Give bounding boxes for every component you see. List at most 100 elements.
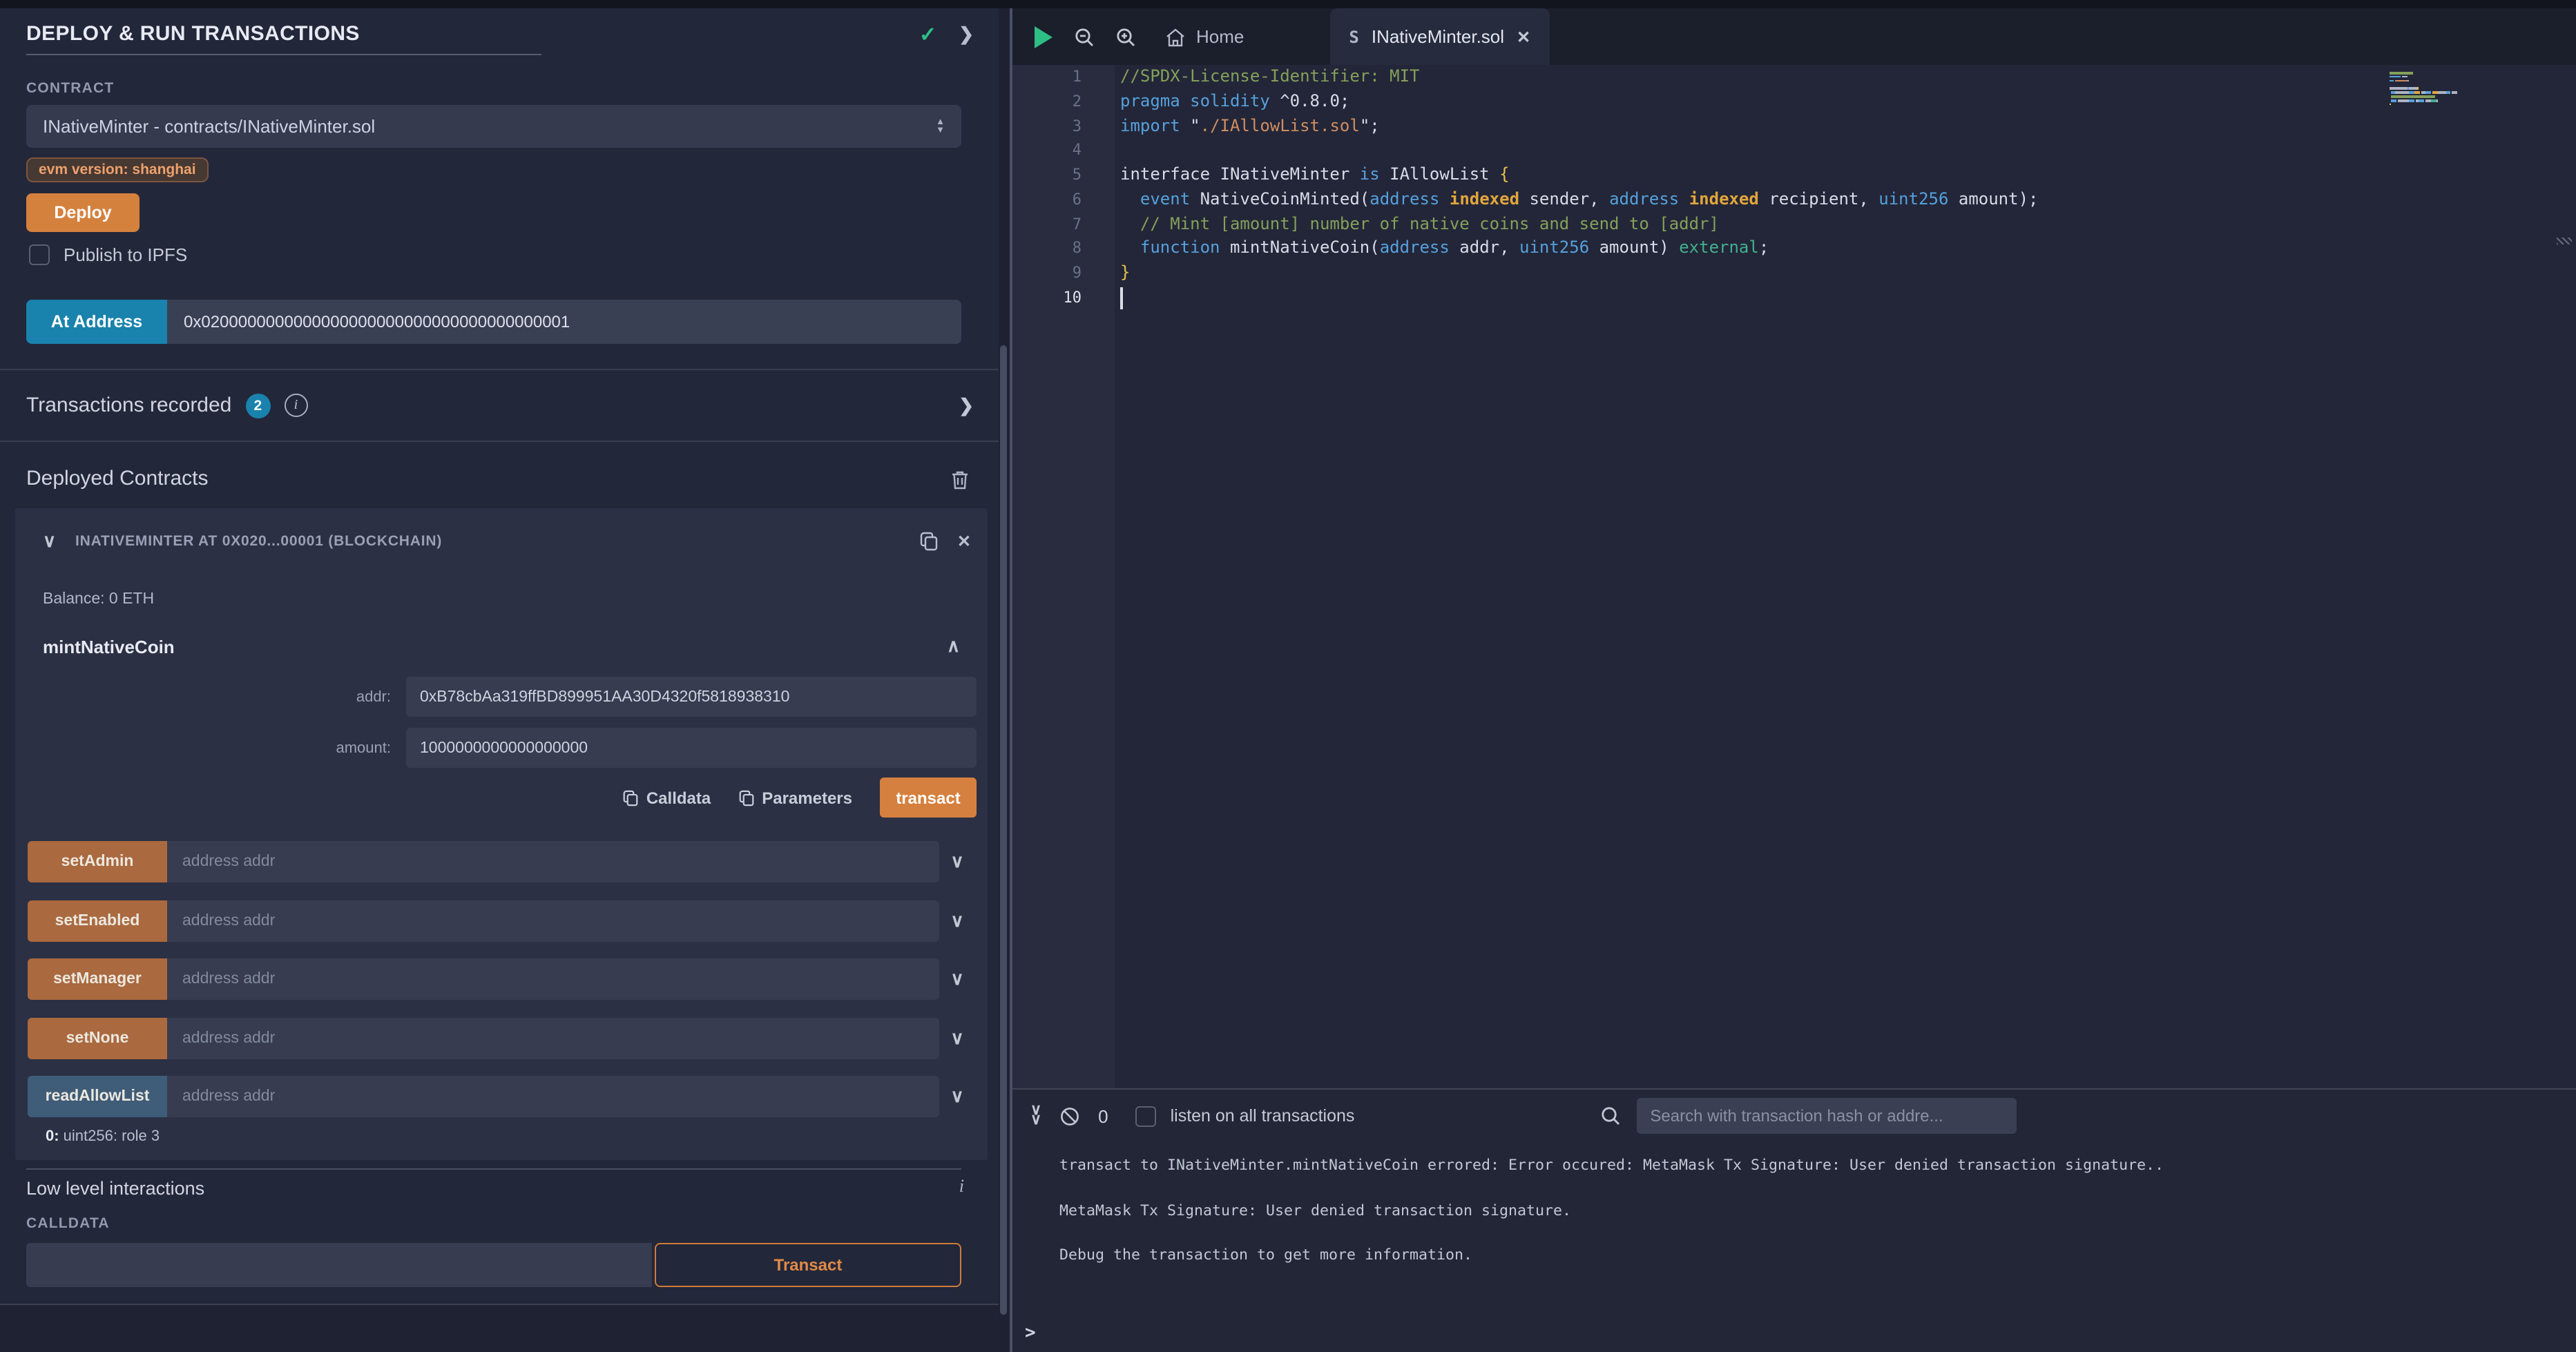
search-icon [1600,1106,1619,1126]
function-name: mintNativeCoin [43,636,175,657]
code-line-8: 8 function mintNativeCoin(address addr, … [1012,237,2576,262]
panel-title: DEPLOY & RUN TRANSACTIONS [26,22,360,46]
terminal-log-line-1: transact to INativeMinter.mintNativeCoin… [1059,1153,2562,1177]
amount-param-input[interactable] [406,728,977,768]
select-caret-icon: ▲▼ [936,119,945,134]
function-collapse-icon[interactable]: ∧ [947,635,960,657]
contract-select[interactable]: INativeMinter - contracts/INativeMinter.… [26,105,961,148]
setAdmin-expand-icon[interactable]: ∨ [939,851,975,873]
code-line-9: 9} [1012,261,2576,286]
setNone-expand-icon[interactable]: ∨ [939,1027,975,1049]
contract-label: CONTRACT [26,80,114,97]
listen-transactions-label: listen on all transactions [1171,1106,1355,1126]
at-address-button[interactable]: At Address [26,300,167,344]
zoom-in-icon[interactable] [1116,27,1135,46]
low-level-row: Transact [26,1243,961,1287]
setEnabled-expand-icon[interactable]: ∨ [939,909,975,931]
evm-version-badge: evm version: shanghai [26,157,209,182]
run-script-icon[interactable] [1035,26,1052,48]
setEnabled-button[interactable]: setEnabled [28,900,167,941]
tab-inativeminter-sol[interactable]: S INativeMinter.sol ✕ [1329,8,1550,65]
readAllowList-expand-icon[interactable]: ∨ [939,1085,975,1108]
clear-console-icon[interactable] [1059,1105,1080,1126]
zoom-out-icon[interactable] [1075,27,1094,46]
param-label: addr: [15,688,406,705]
at-address-row: At Address [26,300,961,344]
line-number: 5 [1012,163,1082,188]
solidity-icon: S [1349,27,1358,46]
low-level-title: Low level interactions [26,1178,204,1199]
code-line-10: 10 [1012,286,2576,311]
terminal-toolbar: ∨∨ 0 listen on all transactions [1012,1090,2576,1142]
contract-collapse-icon[interactable]: ∨ [43,530,56,552]
transactions-count-badge: 2 [245,393,270,418]
addr-param-input[interactable] [406,677,977,717]
trash-icon[interactable] [950,470,970,497]
publish-ipfs-checkbox[interactable] [29,244,50,265]
terminal-logs: transact to INativeMinter.mintNativeCoin… [1059,1153,2562,1288]
setAdmin-input[interactable] [167,841,939,882]
transactions-recorded-label: Transactions recorded [26,394,231,417]
panel-header-icons: ✓ ❯ [919,22,974,47]
setNone-button[interactable]: setNone [28,1017,167,1059]
info-icon[interactable]: i [284,394,307,417]
param-row-addr: addr: [15,677,977,717]
setEnabled-input[interactable] [167,900,939,941]
tab-close-icon[interactable]: ✕ [1517,27,1530,46]
setAdmin-button[interactable]: setAdmin [28,841,167,882]
transact-action-row: Calldata Parameters transact [15,778,977,818]
setNone-input[interactable] [167,1017,939,1059]
tab-file-label: INativeMinter.sol [1372,26,1504,47]
terminal-log-line-3: Debug the transaction to get more inform… [1059,1243,2562,1266]
copy-calldata-button[interactable]: Calldata [623,788,711,807]
output-index: 0: [46,1128,59,1145]
editor-minimap[interactable] [2390,72,2555,111]
code-line-5: 5interface INativeMinter is IAllowList { [1012,163,2576,188]
remove-contract-icon[interactable]: ✕ [957,532,971,551]
output-value: uint256: role 3 [59,1128,160,1145]
panel-forward-icon[interactable]: ❯ [959,23,974,46]
low-level-info-icon[interactable]: i [959,1175,964,1197]
line-number: 3 [1012,114,1082,139]
setManager-input[interactable] [167,958,939,1000]
tab-home-label: Home [1196,26,1244,47]
calldata-label: CALLDATA [26,1215,110,1232]
calldata-input[interactable] [26,1243,652,1287]
copy-parameters-button[interactable]: Parameters [738,788,852,807]
panel-bottom-strip [0,1304,999,1352]
param-row-amount: amount: [15,728,977,768]
readAllowList-button[interactable]: readAllowList [28,1076,167,1117]
remix-ide-app: DEPLOY & RUN TRANSACTIONS ✓ ❯ CONTRACT I… [0,0,2576,1352]
function-row-readAllowList: readAllowList ∨ [28,1076,975,1117]
setManager-expand-icon[interactable]: ∨ [939,968,975,990]
terminal-search-input[interactable] [1636,1098,2016,1134]
function-row-setEnabled: setEnabled ∨ [28,900,975,941]
section-divider [0,441,999,442]
function-row-setAdmin: setAdmin ∨ [28,841,975,882]
contract-instance-title: INATIVEMINTER AT 0X020...00001 (BLOCKCHA… [75,533,901,550]
readAllowList-input[interactable] [167,1076,939,1117]
terminal: ∨∨ 0 listen on all transactions transact… [1012,1088,2576,1352]
at-address-input[interactable] [167,300,961,344]
line-number: 1 [1012,65,1082,90]
pending-tx-count: 0 [1098,1105,1108,1126]
function-header-row: mintNativeCoin ∧ [43,635,960,657]
panel-scrollbar[interactable] [1000,345,1007,1315]
transactions-recorded-row[interactable]: Transactions recorded 2 i ❯ [0,370,999,441]
parameters-action-label: Parameters [762,788,852,807]
line-number: 9 [1012,261,1082,286]
terminal-prompt[interactable]: > [1025,1323,1036,1344]
transactions-expand-icon[interactable]: ❯ [959,394,974,416]
deploy-button[interactable]: Deploy [26,193,140,232]
terminal-expand-icon[interactable]: ∨∨ [1030,1106,1041,1126]
code-line-3: 3import "./IAllowList.sol"; [1012,114,2576,139]
deployed-contract-card: ∨ INATIVEMINTER AT 0X020...00001 (BLOCKC… [15,508,988,1160]
status-check-icon: ✓ [919,22,936,47]
tab-home[interactable]: Home [1166,26,1244,47]
code-area[interactable]: 1//SPDX-License-Identifier: MIT2pragma s… [1012,65,2576,1088]
listen-transactions-checkbox[interactable] [1136,1105,1157,1126]
transact-button[interactable]: transact [880,778,977,818]
setManager-button[interactable]: setManager [28,958,167,1000]
copy-address-icon[interactable] [920,532,938,551]
low-level-transact-button[interactable]: Transact [655,1243,961,1287]
